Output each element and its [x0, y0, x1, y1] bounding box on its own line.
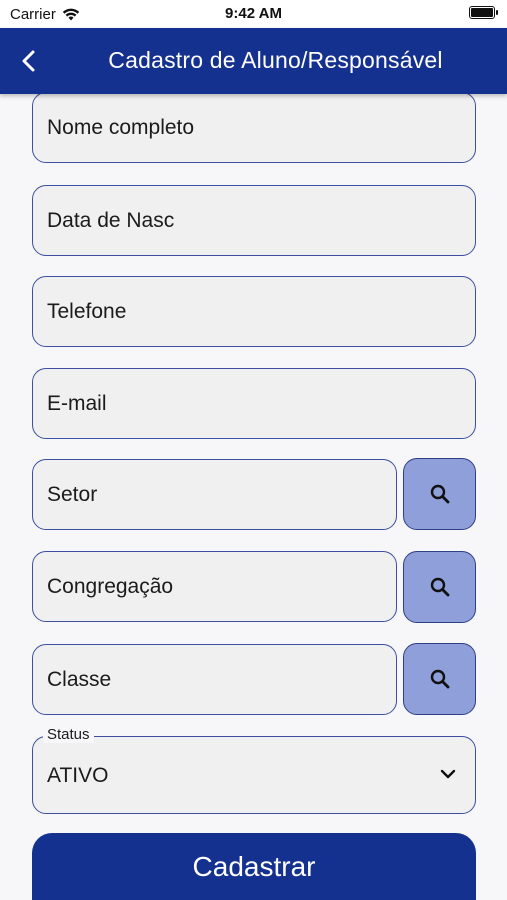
congregacao-placeholder: Congregação: [47, 574, 174, 598]
status-time: 9:42 AM: [225, 5, 282, 22]
search-icon: [430, 484, 449, 504]
classe-search-button[interactable]: [403, 643, 476, 715]
setor-placeholder: Setor: [47, 482, 98, 506]
nome-completo-placeholder: Nome completo: [47, 115, 195, 139]
nome-completo-field[interactable]: Nome completo: [32, 92, 476, 163]
chevron-down-icon: [440, 769, 456, 779]
registration-form: Nome completo Data de Nasc Telefone E-ma…: [0, 92, 507, 900]
status-select[interactable]: Status ATIVO: [32, 726, 476, 814]
email-placeholder: E-mail: [47, 391, 107, 415]
classe-placeholder: Classe: [47, 667, 112, 691]
search-icon: [430, 577, 449, 597]
telefone-field[interactable]: Telefone: [32, 276, 476, 347]
congregacao-field[interactable]: Congregação: [32, 551, 397, 622]
email-field[interactable]: E-mail: [32, 368, 476, 439]
page-title: Cadastro de Aluno/Responsável: [108, 47, 443, 73]
classe-field[interactable]: Classe: [32, 644, 397, 715]
status-label: Status: [43, 726, 94, 743]
telefone-placeholder: Telefone: [47, 299, 127, 323]
search-icon: [430, 669, 449, 689]
setor-field[interactable]: Setor: [32, 459, 397, 530]
cadastrar-button[interactable]: Cadastrar: [32, 833, 476, 900]
data-nasc-field[interactable]: Data de Nasc: [32, 185, 476, 256]
app-bar: Cadastro de Aluno/Responsável: [0, 28, 507, 94]
battery-icon: [469, 6, 498, 19]
status-bar: Carrier 9:42 AM: [0, 0, 507, 28]
setor-search-button[interactable]: [403, 458, 476, 530]
congregacao-search-button[interactable]: [403, 551, 476, 623]
status-value: ATIVO: [47, 764, 109, 787]
data-nasc-placeholder: Data de Nasc: [47, 208, 175, 232]
